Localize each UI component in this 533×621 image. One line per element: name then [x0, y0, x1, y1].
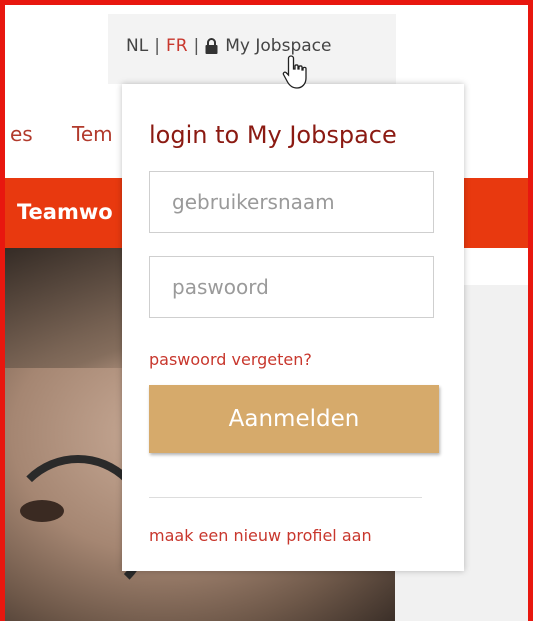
lock-icon [205, 38, 218, 54]
login-title: login to My Jobspace [149, 121, 397, 149]
language-selector: NL | FR | My Jobspace [126, 36, 331, 56]
forgot-password-link[interactable]: paswoord vergeten? [149, 350, 312, 369]
my-jobspace-link[interactable]: My Jobspace [225, 36, 331, 56]
separator: | [193, 36, 200, 56]
separator: | [154, 36, 160, 56]
banner-text: Teamwo [17, 200, 113, 224]
hero-photo-eye [20, 500, 64, 522]
nav-item-partial[interactable]: Tem [72, 122, 113, 146]
divider [149, 497, 422, 498]
username-input[interactable] [149, 171, 434, 233]
create-profile-link[interactable]: maak een nieuw profiel aan [149, 526, 372, 545]
password-input[interactable] [149, 256, 434, 318]
login-dropdown: login to My Jobspace paswoord vergeten? … [122, 84, 464, 571]
hand-cursor-icon [282, 55, 307, 89]
lang-nl-link[interactable]: NL [126, 36, 148, 56]
nav-item-partial[interactable]: es [10, 122, 33, 146]
login-button[interactable]: Aanmelden [149, 385, 439, 453]
lang-fr-link[interactable]: FR [166, 36, 188, 56]
